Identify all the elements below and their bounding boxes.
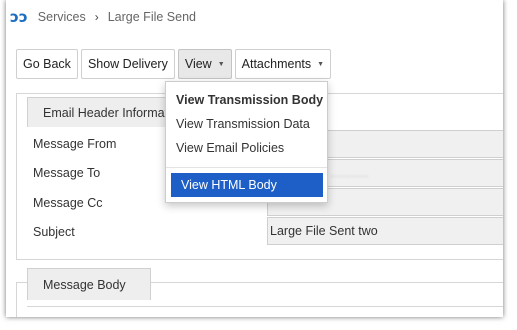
- go-back-label: Go Back: [23, 57, 71, 71]
- menu-item-view-html-body[interactable]: View HTML Body: [171, 173, 323, 197]
- menu-item-view-transmission-body[interactable]: View Transmission Body: [166, 90, 327, 110]
- message-body-title-text: Message Body: [43, 277, 126, 292]
- view-menu-button[interactable]: View ▼: [177, 49, 232, 79]
- app-logo-icon[interactable]: ↄↄ: [10, 8, 28, 26]
- email-header-title-text: Email Header Informat: [43, 105, 169, 120]
- breadcrumb-large-file-send: Large File Send: [107, 10, 196, 24]
- message-to-label: Message To: [33, 166, 101, 180]
- toolbar: Go Back Show Delivery View ▼ Attachments…: [16, 49, 334, 79]
- breadcrumb: ↄↄ Services › Large File Send: [6, 0, 503, 34]
- caret-down-icon: ▼: [217, 60, 225, 68]
- subject-field[interactable]: Large File Sent two: [267, 217, 503, 245]
- subject-value: Large File Sent two: [270, 224, 378, 238]
- menu-divider: [166, 167, 327, 168]
- message-body-title: Message Body: [27, 268, 151, 300]
- app-window: ↄↄ Services › Large File Send Go Back Sh…: [6, 0, 503, 317]
- caret-down-icon: ▼: [317, 60, 325, 68]
- menu-item-view-email-policies[interactable]: View Email Policies: [166, 138, 327, 158]
- view-dropdown-menu: View Transmission Body View Transmission…: [165, 81, 328, 203]
- message-cc-label: Message Cc: [33, 196, 103, 210]
- attachments-label: Attachments: [241, 57, 312, 71]
- message-from-label: Message From: [33, 137, 117, 151]
- message-body-panel: Message Body: [16, 268, 503, 317]
- go-back-button[interactable]: Go Back: [16, 49, 78, 79]
- menu-item-view-transmission-data[interactable]: View Transmission Data: [166, 114, 327, 134]
- chevron-right-icon: ›: [94, 10, 99, 24]
- attachments-menu-button[interactable]: Attachments ▼: [234, 49, 332, 79]
- breadcrumb-services[interactable]: Services: [38, 10, 86, 24]
- show-delivery-button[interactable]: Show Delivery: [80, 49, 175, 79]
- message-body-content: [27, 306, 503, 317]
- subject-label: Subject: [33, 225, 75, 239]
- email-header-title: Email Header Informat: [27, 97, 172, 127]
- show-delivery-label: Show Delivery: [87, 57, 168, 71]
- view-label: View: [184, 57, 212, 71]
